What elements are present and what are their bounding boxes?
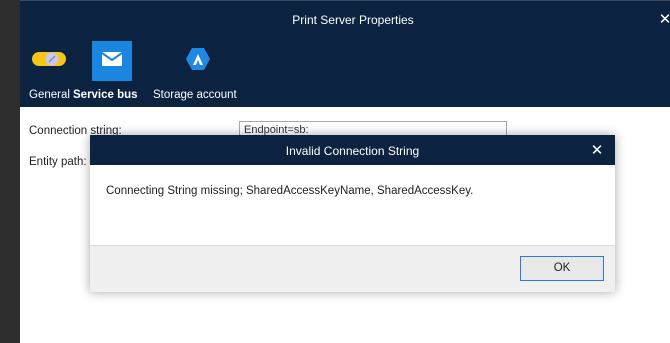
entity-path-label: Entity path: bbox=[29, 156, 87, 168]
mail-icon bbox=[101, 51, 123, 72]
azure-icon bbox=[185, 46, 211, 77]
window-close-button[interactable]: ✕ bbox=[656, 10, 670, 28]
error-dialog: Invalid Connection String ✕ Connecting S… bbox=[90, 135, 615, 292]
dialog-footer: OK bbox=[90, 245, 615, 292]
toggle-icon bbox=[31, 49, 67, 74]
tab-general[interactable]: General bbox=[29, 89, 70, 101]
dialog-title: Invalid Connection String bbox=[285, 144, 420, 158]
dialog-header: Invalid Connection String ✕ bbox=[90, 135, 615, 165]
tab-storage-icon-button[interactable] bbox=[178, 41, 218, 81]
ok-button[interactable]: OK bbox=[520, 256, 604, 281]
background-strip bbox=[0, 0, 20, 343]
dialog-message: Connecting String missing; SharedAccessK… bbox=[106, 185, 474, 197]
window-title: Print Server Properties bbox=[292, 13, 414, 27]
tab-service-bus-icon-button[interactable] bbox=[92, 41, 132, 81]
tab-service-bus[interactable]: Service bus bbox=[73, 89, 138, 101]
dialog-close-button[interactable]: ✕ bbox=[589, 141, 605, 159]
window-header: Print Server Properties ✕ General Servic… bbox=[20, 0, 670, 107]
tab-general-icon-button[interactable] bbox=[29, 41, 69, 81]
properties-window: Print Server Properties ✕ General Servic… bbox=[20, 0, 670, 343]
tab-storage-account[interactable]: Storage account bbox=[153, 89, 237, 101]
